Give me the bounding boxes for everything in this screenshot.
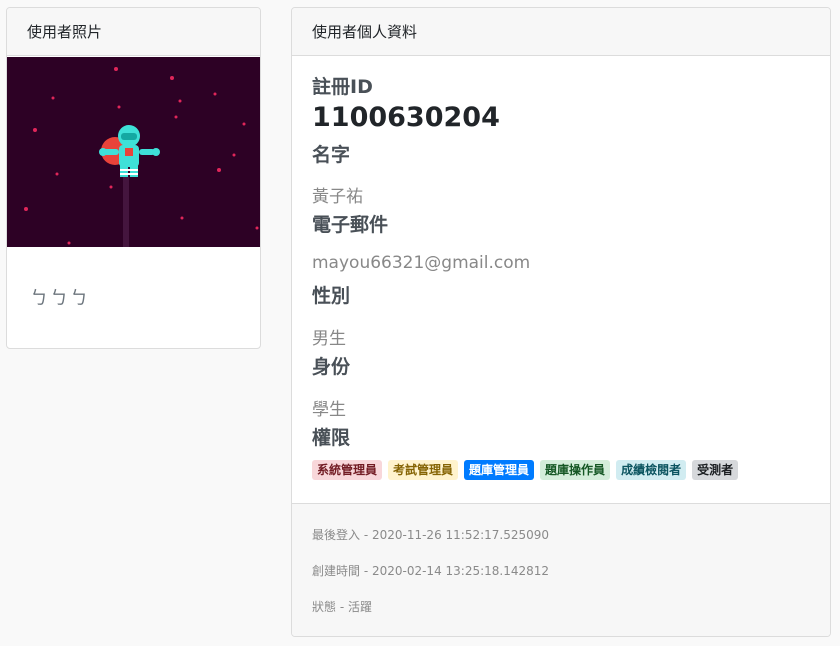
gender-value: 男生: [312, 329, 346, 349]
astronaut-illustration: [7, 57, 260, 247]
photo-card-title: 使用者照片: [7, 8, 260, 56]
identity-label: 身份: [312, 356, 351, 378]
user-profile-card: 使用者個人資料 註冊ID 1100630204 名字 黃子祐 電子郵件 mayo…: [291, 7, 831, 637]
photo-caption: ㄅㄅㄅ: [30, 288, 90, 309]
gender-label: 性別: [312, 285, 351, 307]
reg-id-label: 註冊ID: [312, 76, 373, 98]
user-photo-card: 使用者照片 ㄅㄅㄅ: [6, 7, 261, 349]
role-badge: 受測者: [692, 460, 739, 480]
created-time-text: 創建時間 - 2020-02-14 13:25:18.142812: [312, 564, 550, 578]
role-badges: 系統管理員 考試管理員 題庫管理員 題庫操作員 成績檢閱者 受測者: [312, 460, 739, 480]
status-text: 狀態 - 活躍: [312, 600, 372, 614]
role-badge: 考試管理員: [388, 460, 459, 480]
role-badge: 成績檢閱者: [616, 460, 687, 480]
reg-id-value: 1100630204: [312, 102, 500, 133]
name-label: 名字: [312, 144, 351, 166]
email-value: mayou66321@gmail.com: [312, 253, 531, 273]
profile-card-title: 使用者個人資料: [292, 8, 830, 56]
last-login-text: 最後登入 - 2020-11-26 11:52:17.525090: [312, 528, 550, 542]
user-photo: [7, 57, 260, 247]
permission-label: 權限: [312, 427, 351, 449]
role-badge: 題庫管理員: [464, 460, 535, 480]
profile-card-footer: 最後登入 - 2020-11-26 11:52:17.525090 創建時間 -…: [292, 503, 830, 636]
role-badge: 系統管理員: [312, 460, 383, 480]
email-label: 電子郵件: [312, 214, 389, 236]
role-badge: 題庫操作員: [540, 460, 611, 480]
identity-value: 學生: [312, 400, 346, 420]
name-value: 黃子祐: [312, 187, 363, 207]
